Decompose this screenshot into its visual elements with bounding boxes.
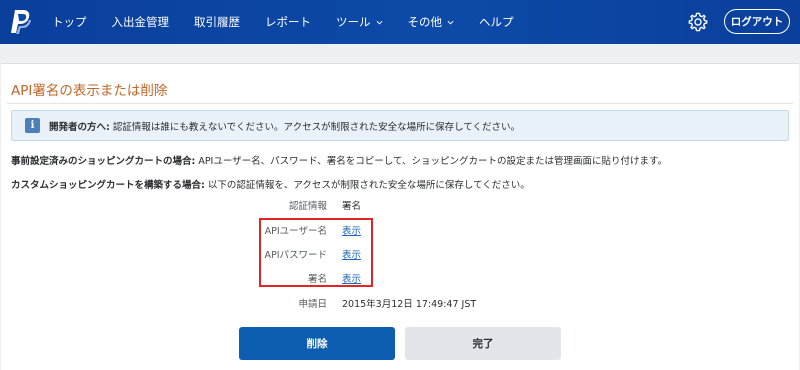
nav-item-label: ヘルプ [479,15,514,29]
paypal-logo[interactable] [10,9,32,35]
paragraph-lead: 事前設定済みのショッピングカートの場合: [11,156,196,167]
chevron-down-icon [376,20,382,24]
nav-item-label: 取引履歴 [194,15,240,29]
request-date-value: 2015年3月12日 17:49:47 JST [342,299,477,310]
divider [7,103,793,104]
credential-type-label: 認証情報 [288,201,327,212]
gear-icon[interactable] [687,11,709,33]
nav-item-activity[interactable]: 取引履歴 [194,14,240,30]
nav-item-label: トップ [52,15,87,29]
notice-text: 開発者の方へ: 認証情報は誰にも教えないでください。アクセスが制限された安全な場… [49,119,520,133]
logout-button[interactable]: ログアウト [724,9,790,34]
chevron-down-icon [447,20,454,24]
custom-cart-instructions: カスタムショッピングカートを構築する場合: 以下の認証情報を、アクセスが制限され… [11,177,530,191]
info-icon: i [25,118,40,133]
request-date-label: 申請日 [298,299,327,310]
nav-item-more[interactable]: その他 [408,14,455,30]
nav-item-label: その他 [407,15,443,29]
done-button[interactable]: 完了 [405,327,561,360]
nav-item-label: ツール [336,15,371,29]
content-panel: API署名の表示または削除 i 開発者の方へ: 認証情報は誰にも教えないでくださ… [1,63,799,370]
paragraph-text: APIユーザー名、パスワード、署名をコピーして、ショッピングカートの設定または管… [195,156,668,167]
main-menu: トップ 入出金管理 取引履歴 レポート ツール その他 ヘルプ [52,0,539,44]
highlight-box [259,218,373,287]
nav-item-help[interactable]: ヘルプ [479,14,514,30]
paragraph-text: 以下の認証情報を、アクセスが制限された安全な場所に保存してください。 [204,180,530,191]
nav-item-reports[interactable]: レポート [265,14,311,30]
notice-lead: 開発者の方へ: [49,121,110,133]
page-title: API署名の表示または削除 [11,83,168,99]
paragraph-lead: カスタムショッピングカートを構築する場合: [11,180,205,191]
nav-item-label: 入出金管理 [111,15,170,29]
delete-button[interactable]: 削除 [239,327,395,360]
top-navigation-bar: トップ 入出金管理 取引履歴 レポート ツール その他 ヘルプ ログアウト [0,0,800,44]
developer-notice: i 開発者の方へ: 認証情報は誰にも教えないでください。アクセスが制限された安全… [11,110,789,141]
nav-item-payments[interactable]: 入出金管理 [112,14,170,30]
credential-type-value: 署名 [342,201,362,212]
nav-item-label: レポート [265,15,311,29]
nav-item-tools[interactable]: ツール [336,14,383,30]
notice-body: 認証情報は誰にも教えないでください。アクセスが制限された安全な場所に保存してくだ… [109,121,521,133]
nav-item-top[interactable]: トップ [52,14,87,30]
preconfigured-cart-instructions: 事前設定済みのショッピングカートの場合: APIユーザー名、パスワード、署名をコ… [11,153,667,167]
